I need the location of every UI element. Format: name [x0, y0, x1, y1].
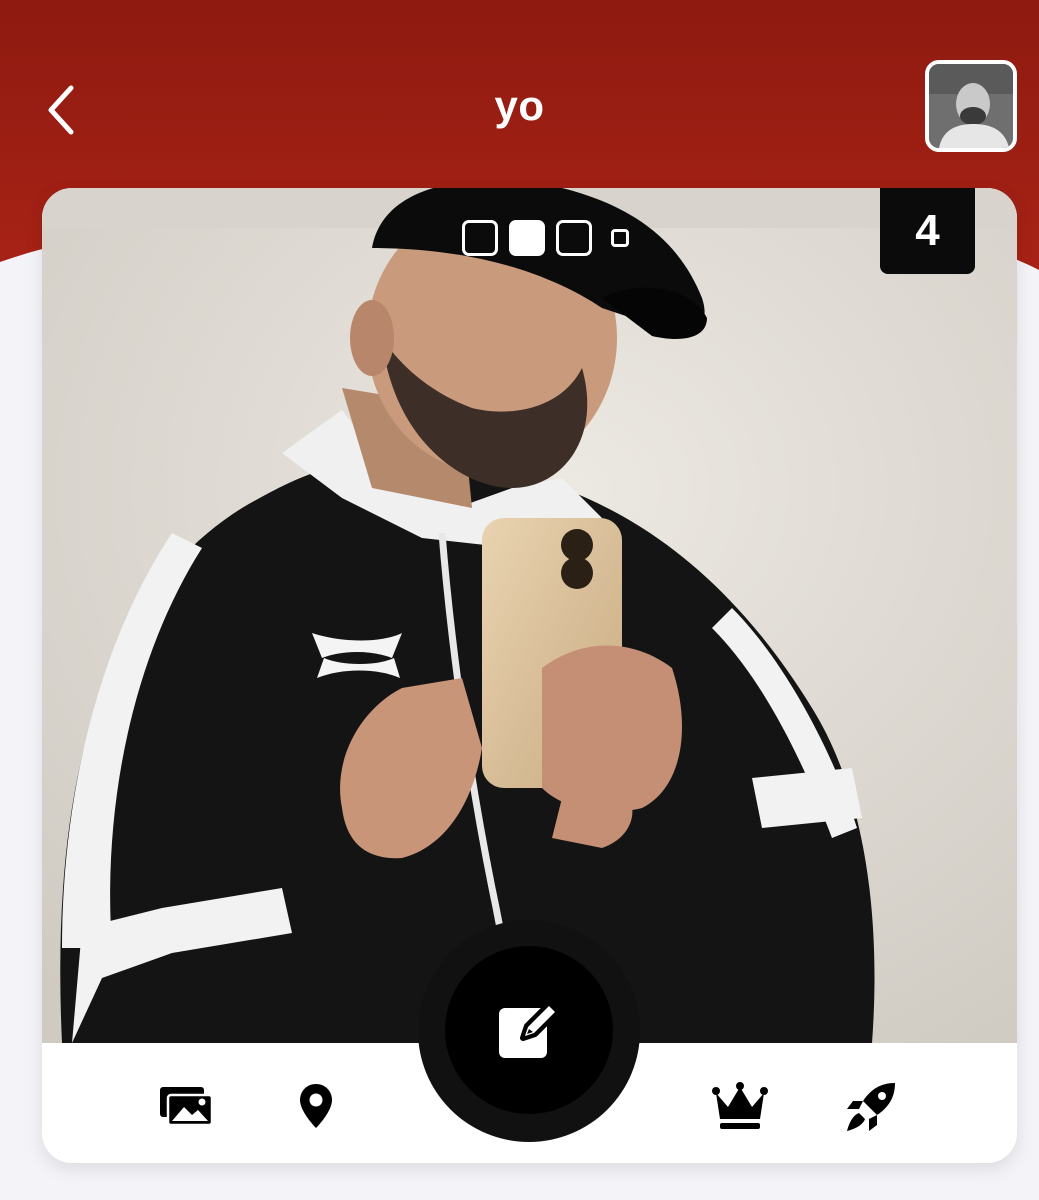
photo-pager	[462, 220, 629, 256]
pager-dot-2-active[interactable]	[509, 220, 545, 256]
gallery-button[interactable]	[156, 1076, 216, 1136]
pager-dot-4[interactable]	[611, 229, 629, 247]
photo-count-badge: 4	[880, 188, 975, 274]
edit-icon	[499, 1001, 560, 1058]
photo-illustration	[42, 188, 1017, 1043]
crown-icon	[712, 1082, 768, 1129]
avatar[interactable]	[925, 60, 1017, 152]
location-pin-icon	[300, 1084, 332, 1128]
gallery-icon	[160, 1087, 214, 1127]
rocket-icon	[847, 1083, 895, 1131]
edit-profile-button[interactable]	[445, 946, 613, 1114]
premium-button[interactable]	[710, 1076, 770, 1136]
location-button[interactable]	[286, 1076, 346, 1136]
pager-dot-1[interactable]	[462, 220, 498, 256]
page-title: yo	[494, 82, 545, 129]
pager-dot-3[interactable]	[556, 220, 592, 256]
boost-button[interactable]	[842, 1076, 902, 1136]
profile-photo[interactable]	[42, 188, 1017, 1043]
avatar-image	[929, 64, 1013, 148]
